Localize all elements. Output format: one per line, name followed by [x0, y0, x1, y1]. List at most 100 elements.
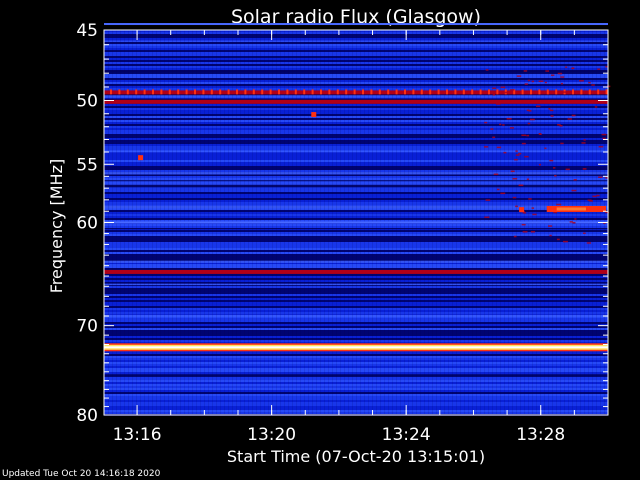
fleck [496, 146, 502, 149]
pulse-mark [521, 89, 524, 95]
fleck [549, 109, 554, 112]
pulse-mark [572, 89, 574, 95]
fleck [528, 110, 532, 112]
pulse-mark [471, 89, 474, 95]
pulse-mark [378, 89, 381, 95]
pulse-mark [353, 89, 356, 95]
pulse-mark [252, 89, 255, 95]
fleck [500, 192, 506, 195]
fleck [538, 163, 541, 166]
burst-point [311, 112, 317, 118]
fleck [598, 176, 603, 178]
fleck [554, 174, 557, 177]
pulse-mark [227, 89, 230, 95]
pulse-mark [143, 89, 146, 95]
burst-band-core [556, 207, 586, 211]
y-tick-label: 70 [76, 317, 98, 337]
pulse-mark [538, 89, 541, 95]
fleck [522, 231, 528, 233]
pulse-mark [580, 89, 583, 95]
fleck [493, 173, 499, 176]
fleck [571, 189, 577, 192]
fleck [556, 238, 560, 241]
pulse-mark [261, 89, 264, 95]
burst-point [138, 155, 144, 161]
pulse-mark [336, 89, 339, 95]
pulse-mark [236, 89, 238, 95]
band-medium [104, 90, 608, 95]
pulse-mark [588, 89, 591, 95]
pulse-mark [269, 89, 272, 95]
fleck [573, 179, 577, 181]
fleck [484, 146, 489, 148]
pulse-mark [370, 89, 373, 95]
fleck [569, 101, 575, 103]
fleck [548, 107, 551, 110]
x-tick-label: 13:20 [247, 425, 296, 445]
fleck [562, 240, 568, 243]
pulse-mark [152, 89, 154, 95]
fleck [485, 69, 489, 71]
pulse-mark [194, 89, 196, 95]
fleck [596, 194, 600, 197]
y-tick-label: 60 [76, 214, 98, 234]
fleck [597, 68, 601, 70]
updated-timestamp: Updated Tue Oct 20 14:16:18 2020 [2, 469, 161, 479]
pulse-mark [446, 89, 448, 95]
fleck [512, 196, 517, 199]
fleck [557, 72, 563, 75]
fleck [565, 168, 570, 171]
y-tick-label: 80 [76, 406, 98, 426]
fleck [512, 178, 518, 180]
fleck [532, 213, 537, 216]
fleck [565, 99, 570, 102]
fleck [492, 136, 496, 139]
fleck [490, 128, 494, 130]
pulse-mark [546, 89, 549, 95]
fleck [513, 235, 517, 238]
fleck [552, 167, 556, 169]
fleck [515, 205, 518, 208]
pulse-mark [437, 89, 440, 95]
pulse-mark [530, 89, 532, 95]
pulse-mark [605, 89, 608, 95]
fleck [581, 142, 586, 144]
fleck [514, 158, 518, 161]
band-medium [104, 99, 608, 104]
fleck [527, 122, 531, 125]
y-tick-label: 55 [76, 155, 98, 175]
burst-point [519, 207, 525, 213]
pulse-mark [135, 89, 138, 95]
pulse-mark [597, 89, 600, 95]
fleck [496, 188, 500, 191]
fleck [492, 94, 496, 96]
pulse-mark [462, 89, 465, 95]
pulse-mark [328, 89, 331, 95]
fleck [518, 184, 524, 187]
fleck [502, 124, 505, 126]
pulse-mark [202, 89, 205, 95]
fleck [538, 80, 544, 83]
fleck [523, 70, 528, 72]
fleck [587, 199, 592, 201]
fleck [557, 124, 561, 126]
fleck [499, 123, 502, 126]
fleck [588, 81, 591, 84]
fleck [569, 221, 573, 223]
x-tick-label: 13:16 [113, 425, 162, 445]
fleck [527, 79, 531, 82]
fleck [504, 91, 508, 94]
plot-area [103, 23, 611, 416]
fleck [594, 106, 598, 108]
fleck [567, 118, 572, 120]
pulse-mark [420, 89, 423, 95]
fleck [521, 142, 526, 145]
fleck [574, 218, 577, 220]
fleck [538, 133, 542, 135]
fleck [510, 170, 515, 173]
fleck [531, 80, 535, 83]
fleck [536, 105, 541, 107]
fleck [521, 134, 527, 137]
fleck [545, 70, 550, 72]
band-low [104, 23, 608, 26]
